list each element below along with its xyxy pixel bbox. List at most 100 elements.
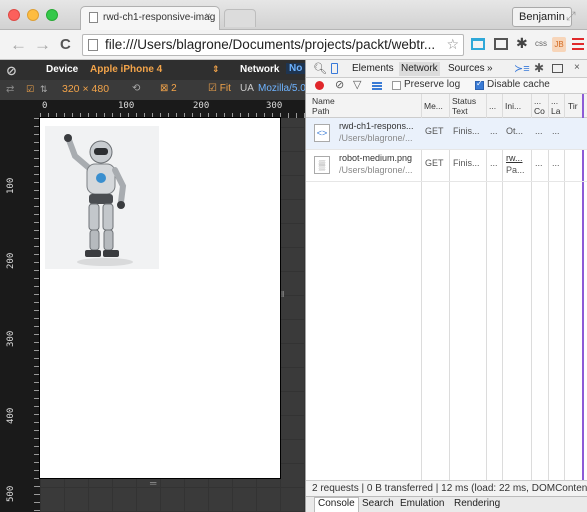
forward-button[interactable]: → [34,35,51,55]
swap-dimensions-icon[interactable]: ⇄ [6,84,14,95]
fit-label: Fit [219,83,231,94]
tab-elements[interactable]: Elements [352,63,394,74]
settings-gear-icon[interactable]: ✱ [534,61,544,75]
col-initiator-header[interactable]: Ini... [505,101,521,111]
viewport-resize-handle-right[interactable]: ‖ [281,290,287,300]
request-method: GET [425,126,444,136]
browser-toolbar: ← → C file:///Users/blagrone/Documents/p… [0,30,587,60]
reload-button[interactable]: C [60,35,71,55]
table-row[interactable]: ▒ robot-medium.png /Users/blagrone/... G… [306,150,587,182]
tab-sources[interactable]: Sources [448,63,485,74]
col-time-header[interactable]: ... La [551,96,560,116]
extension-responsive-icon[interactable] [471,38,485,50]
preserve-log-checkbox[interactable] [392,81,401,90]
menu-icon[interactable] [572,38,584,50]
page-icon [88,39,98,51]
ruler-left-label: 400 [6,407,16,424]
col-status-header[interactable]: Status Text [452,96,476,116]
request-name[interactable]: robot-medium.png [339,153,412,163]
device-select[interactable]: Apple iPhone 4 [90,64,162,75]
preserve-log-label: Preserve log [404,79,461,90]
large-rows-icon[interactable] [372,82,382,90]
html-file-icon: <> [314,124,330,142]
viewport-resize-handle-bottom[interactable]: ═ [150,478,156,488]
fullscreen-icon[interactable]: ⤢ [566,9,576,24]
table-row[interactable]: <> rwd-ch1-respons... /Users/blagrone/..… [306,118,587,150]
browser-tab-active[interactable]: rwd-ch1-responsive-imag × [80,6,220,30]
device-select-arrow-icon[interactable]: ⇕ [212,64,220,75]
resolution-values[interactable]: 320 × 480 [62,83,109,95]
back-button[interactable]: ← [10,35,27,55]
resolution-lock-icon[interactable]: ⇅ [40,84,48,95]
no-emulation-icon[interactable]: ⊘ [6,63,17,79]
document-icon [89,12,98,23]
disable-cache-label: Disable cache [487,79,550,90]
fit-checkbox[interactable]: ☑ Fit [208,83,231,94]
width-input[interactable]: 320 [62,83,80,95]
extension-gear-icon[interactable]: ✱ [516,35,528,52]
inspect-search-icon[interactable]: 🔍︎ [313,62,327,75]
new-tab-button[interactable] [224,9,256,27]
address-bar[interactable]: file:///Users/blagrone/Documents/project… [82,34,464,56]
profile-button[interactable]: Benjamin [512,7,572,27]
request-initiator: Ot... [506,126,524,136]
more-tabs-button[interactable]: » [487,63,493,74]
request-status: Finis... [453,158,480,168]
record-button[interactable] [315,81,324,90]
request-time: ... [552,126,560,136]
extension-jb-icon[interactable]: JB [552,37,566,52]
ruler-left-label: 200 [6,252,16,269]
address-url[interactable]: file:///Users/blagrone/Documents/project… [105,37,435,52]
col-name-header[interactable]: Name Path [312,96,335,116]
request-time: ... [552,158,560,168]
disable-cache-checkbox[interactable] [475,79,484,90]
height-input[interactable]: 480 [92,83,110,95]
clear-icon[interactable]: ⊘ [335,78,344,91]
request-initiator-link[interactable]: rw... [506,153,523,163]
tab-network[interactable]: Network [399,62,440,76]
rotate-icon[interactable]: ⟲ [132,83,140,94]
request-path: /Users/blagrone/... [339,133,413,143]
request-method: GET [425,158,444,168]
ruler-corner [0,100,40,118]
request-size: ... [535,158,543,168]
drawer-tab-rendering[interactable]: Rendering [454,498,500,509]
image-file-icon: ▒ [314,156,330,174]
filter-icon[interactable]: ▽ [353,78,361,91]
network-label: Network [240,64,280,75]
ruler-left-label: 500 [6,485,16,502]
times-sign: × [82,83,89,95]
request-size: ... [535,126,543,136]
console-drawer-icon[interactable]: ≻≡ [514,62,530,75]
bookmark-star-icon[interactable]: ☆ [446,36,459,53]
window-minimize-button[interactable] [27,9,39,21]
drawer-tab-emulation[interactable]: Emulation [400,498,444,509]
devtools-close-icon[interactable]: × [574,62,580,73]
device-mode-icon[interactable] [331,63,338,74]
dpr-input[interactable]: 2 [171,83,177,94]
network-select[interactable]: No [286,63,306,74]
drawer-tab-console[interactable]: Console [314,497,359,512]
tab-close-icon[interactable]: × [205,11,211,22]
dpr-field[interactable]: ⊠ 2 [160,83,177,94]
emulated-screen[interactable] [40,118,280,478]
ruler-top-label: 100 [118,101,135,111]
ruler-top: 0 100 200 300 [40,100,305,118]
ua-input[interactable]: Mozilla/5.0 [258,83,306,94]
col-timeline-header[interactable]: Tir [568,101,578,111]
window-maximize-button[interactable] [46,9,58,21]
drawer-tab-search[interactable]: Search [362,498,394,509]
tab-title: rwd-ch1-responsive-imag [103,12,216,23]
extension-css-icon[interactable]: css [535,39,547,48]
col-size-header[interactable]: ... Co [534,96,545,116]
ua-label: UA [240,83,254,94]
request-name[interactable]: rwd-ch1-respons... [339,121,414,131]
network-table-header: Name Path Me... Status Text ... Ini... ...… [306,94,587,118]
extension-window-icon[interactable] [494,38,508,50]
request-path: /Users/blagrone/... [339,165,413,175]
col-method-header[interactable]: Me... [424,101,443,111]
window-close-button[interactable] [8,9,20,21]
col-type-header[interactable]: ... [489,101,496,111]
resolution-checkbox[interactable]: ☑ [26,84,34,95]
dock-side-icon[interactable] [552,64,563,73]
